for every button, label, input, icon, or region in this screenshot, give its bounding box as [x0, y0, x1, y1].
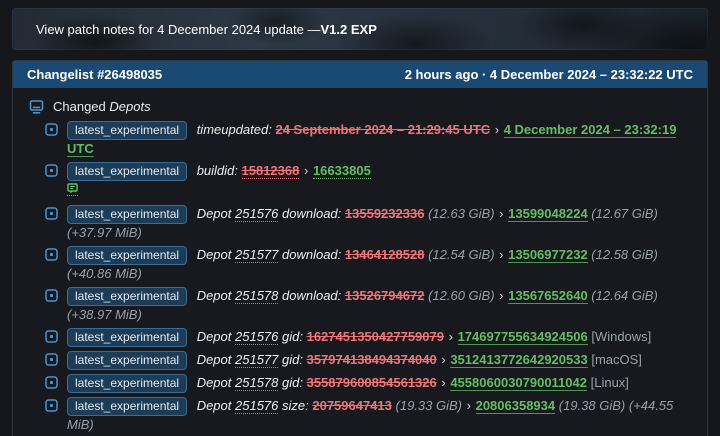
change-arrow: › [466, 398, 472, 413]
branch-badge[interactable]: latest_experimental [67, 374, 187, 393]
change-arrow: › [440, 375, 446, 390]
branch-badge[interactable]: latest_experimental [67, 121, 187, 140]
depot-change-row: latest_experimental Depot 251578 gid: 35… [45, 372, 693, 395]
depot-change-row: latest_experimental Depot 251577 gid: 35… [45, 349, 693, 372]
new-value[interactable]: 13599048224 [508, 206, 588, 222]
new-value[interactable]: 174697755634924506 [458, 329, 588, 345]
depot-bullet-icon [45, 376, 58, 389]
change-arrow: › [498, 206, 504, 221]
old-size-note: (12.60 GiB) [428, 288, 494, 303]
depot-change-row: latest_experimental Depot 251576 size: 2… [45, 395, 693, 436]
new-value[interactable]: 3512413772642920533 [450, 352, 587, 368]
branch-badge[interactable]: latest_experimental [67, 351, 187, 370]
depot-number-link[interactable]: 251576 [235, 398, 278, 414]
branch-badge[interactable]: latest_experimental [67, 328, 187, 347]
depot-change-row: latest_experimental Depot 251576 downloa… [45, 203, 693, 244]
old-value: 24 September 2024 – 21:29:45 UTC [275, 122, 490, 137]
old-size-note: (19.33 GiB) [396, 398, 462, 413]
change-arrow: › [448, 329, 454, 344]
old-value: 13559232336 [345, 206, 425, 221]
changelist-panel: Changelist #26498035 2 hours ago · 4 Dec… [12, 60, 708, 436]
platform-tag: [Windows] [591, 329, 651, 344]
change-arrow: › [440, 352, 446, 367]
depot-change-row: latest_experimental Depot 251577 downloa… [45, 244, 693, 285]
depot-change-row: latest_experimental Depot 251576 gid: 16… [45, 326, 693, 349]
depot-change-row: latest_experimental Depot 251578 downloa… [45, 285, 693, 326]
old-value: 13526794672 [345, 288, 425, 303]
patch-notes-link[interactable] [67, 183, 693, 201]
depot-number-link[interactable]: 251577 [235, 247, 278, 263]
patch-notes-banner[interactable]: View patch notes for 4 December 2024 upd… [12, 8, 708, 50]
change-arrow: › [498, 288, 504, 303]
change-arrow: › [498, 247, 504, 262]
banner-text: View patch notes for 4 December 2024 upd… [36, 22, 321, 37]
old-value: 20759647413 [312, 398, 392, 413]
branch-badge[interactable]: latest_experimental [67, 246, 187, 265]
depot-bullet-icon [45, 289, 58, 302]
branch-badge[interactable]: latest_experimental [67, 397, 187, 416]
patch-notes-icon[interactable] [67, 183, 78, 196]
depot-number-link[interactable]: 251578 [235, 288, 278, 304]
new-value[interactable]: 4558060030790011042 [450, 375, 587, 391]
old-value: 1627451350427759079 [307, 329, 444, 344]
branch-badge[interactable]: latest_experimental [67, 287, 187, 306]
depot-bullet-icon [45, 123, 58, 136]
depot-bullet-icon [45, 353, 58, 366]
old-size-note: (12.54 GiB) [428, 247, 494, 262]
depot-bullet-icon [45, 207, 58, 220]
changed-depots-section: Changed Depots [27, 95, 693, 119]
old-value: 13464128528 [345, 247, 425, 262]
old-value: 355879600854561326 [307, 375, 437, 390]
depot-number-link[interactable]: 251578 [235, 375, 278, 391]
old-value: 357974138494374040 [307, 352, 437, 367]
depot-bullet-icon [45, 399, 58, 412]
depot-bullet-icon [45, 164, 58, 177]
changelist-header: Changelist #26498035 2 hours ago · 4 Dec… [13, 61, 707, 88]
depots-icon [29, 100, 44, 114]
section-label: Changed Depots [53, 99, 151, 114]
new-value[interactable]: 13567652640 [508, 288, 588, 304]
depot-bullet-icon [45, 248, 58, 261]
depot-number-link[interactable]: 251577 [235, 352, 278, 368]
new-value[interactable]: 20806358934 [476, 398, 556, 414]
changelist-title: Changelist #26498035 [27, 67, 162, 82]
old-size-note: (12.63 GiB) [428, 206, 494, 221]
depot-number-link[interactable]: 251576 [235, 329, 278, 345]
new-value[interactable]: 13506977232 [508, 247, 588, 263]
old-value: 15812368 [242, 163, 300, 179]
depot-change-row: latest_experimental buildid: 15812368 › … [45, 160, 693, 203]
new-value[interactable]: 16633805 [313, 163, 371, 179]
changed-rows: latest_experimental timeupdated: 24 Sept… [27, 119, 693, 436]
depot-number-link[interactable]: 251576 [235, 206, 278, 222]
changelist-timestamp: 2 hours ago · 4 December 2024 – 23:32:22… [405, 67, 693, 82]
change-arrow: › [494, 122, 500, 137]
change-arrow: › [303, 163, 309, 178]
platform-tag: [Linux] [591, 375, 629, 390]
platform-tag: [macOS] [591, 352, 642, 367]
branch-badge[interactable]: latest_experimental [67, 205, 187, 224]
branch-badge[interactable]: latest_experimental [67, 162, 187, 181]
depot-change-row: latest_experimental timeupdated: 24 Sept… [45, 119, 693, 160]
depot-bullet-icon [45, 330, 58, 343]
banner-version: V1.2 EXP [321, 22, 377, 37]
